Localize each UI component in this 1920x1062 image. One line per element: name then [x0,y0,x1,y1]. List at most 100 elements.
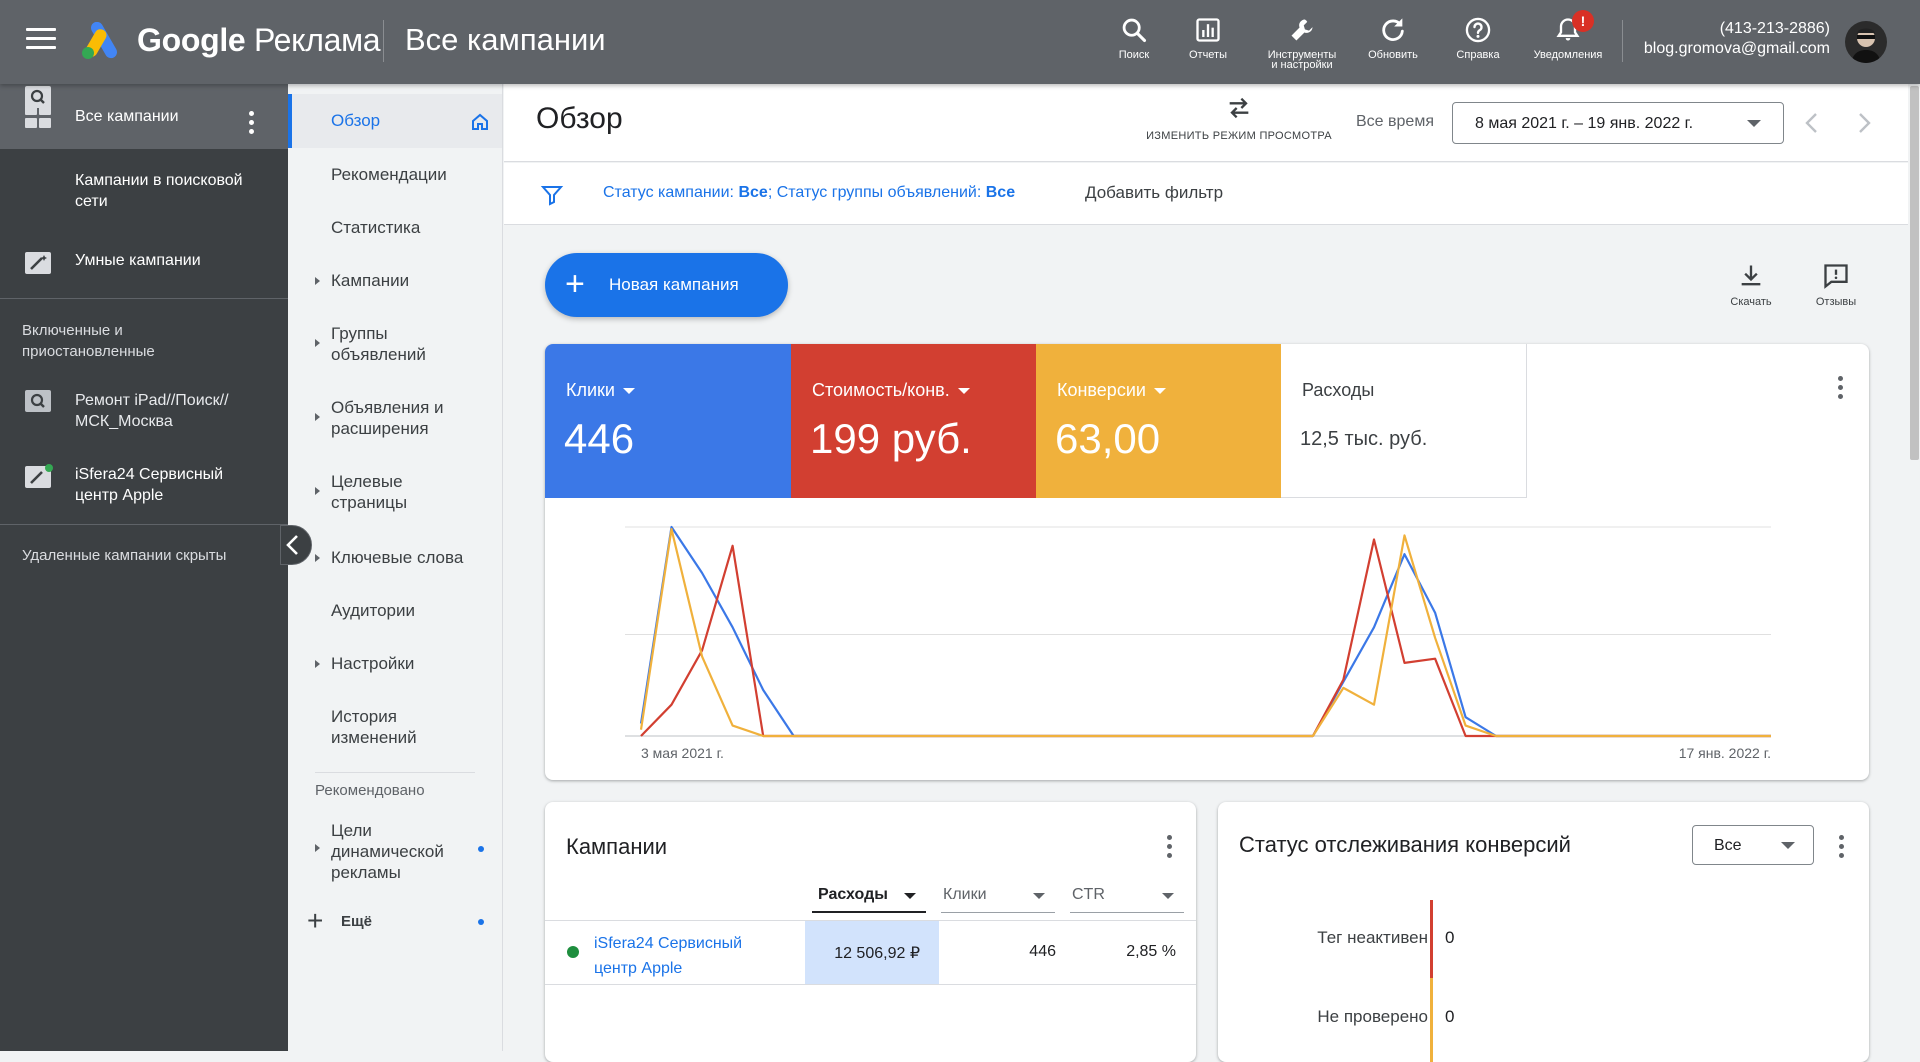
tools-settings-button[interactable]: Инструменты и настройки [1264,12,1340,76]
column-header-ctr[interactable]: CTR [1070,886,1184,913]
date-range-value: 8 мая 2021 г. – 19 янв. 2022 г. [1475,115,1694,132]
column-header-clicks[interactable]: Клики [941,886,1055,913]
metric-cost-per-conversion[interactable]: Стоимость/конв. 199 руб. [791,344,1036,498]
subnav-item-label: Объявления и расширения [331,398,444,438]
feedback-label: Отзывы [1815,296,1857,308]
new-indicator-dot [478,846,484,852]
chevron-left-icon[interactable] [1802,111,1822,135]
help-icon [1465,17,1491,43]
more-options-icon[interactable] [1838,835,1844,861]
help-button[interactable]: Справка [1442,12,1514,76]
search-icon [1122,18,1147,43]
download-label: Скачать [1730,296,1772,308]
swap-icon [1229,97,1249,119]
clicks-cell: 446 [1029,943,1056,960]
campaigns-card: Кампании Расходы Клики CTR iSfera24 Серв… [545,802,1196,1062]
metric-name: Стоимость/конв. [812,380,950,400]
subnav-item-ads-extensions[interactable]: Объявления и расширения [288,397,502,445]
notifications-button[interactable]: ! Уведомления [1531,10,1605,76]
cost-cell: 12 506,92 ₽ [834,945,920,962]
metric-conversions[interactable]: Конверсии 63,00 [1036,344,1281,498]
subnav-item-dynamic-ad-goals[interactable]: Цели динамической рекламы [288,820,502,886]
metric-cost[interactable]: Расходы 12,5 тыс. руб. [1281,344,1527,498]
notification-badge: ! [1572,10,1594,32]
reports-button[interactable]: Отчеты [1172,12,1244,76]
chevron-left-icon [286,535,298,555]
scrollbar-thumb[interactable] [1910,86,1919,460]
subnav-item-label: Рекомендации [331,165,447,184]
subnav-item-ad-groups[interactable]: Группы объявлений [288,323,502,371]
subnav-item-label: Статистика [331,218,421,237]
caret-down-icon [622,388,635,395]
smart-campaign-icon [25,252,51,274]
active-filters[interactable]: Статус кампании: Все; Статус группы объя… [603,184,1015,202]
select-value: Все [1714,837,1742,854]
subnav-item-change-history[interactable]: История изменений [288,706,502,754]
date-range-label: Все время [1356,113,1434,130]
subnav-item-recommendations[interactable]: Рекомендации [288,164,502,204]
subnav-item-landing-pages[interactable]: Целевые страницы [288,471,502,519]
help-button-label: Справка [1456,49,1500,61]
chevron-right-icon[interactable] [1854,111,1874,135]
plus-icon: + [307,905,324,936]
add-filter-button[interactable]: Добавить фильтр [1085,183,1223,203]
subnav-item-audiences[interactable]: Аудитории [288,600,502,640]
column-header-cost[interactable]: Расходы [812,886,926,913]
subnav-more-button[interactable]: + Ещё [288,905,502,941]
subnav-item-label: История изменений [331,707,417,747]
metric-clicks[interactable]: Клики 446 [545,344,791,498]
more-options-icon[interactable] [1837,376,1843,402]
subnav-item-label: Настройки [331,654,415,673]
reports-button-label: Отчеты [1188,49,1228,61]
subnav-item-label: Обзор [331,111,381,130]
menu-icon[interactable] [26,28,56,54]
home-icon [472,113,488,130]
subnav-item-keywords[interactable]: Ключевые слова [288,547,502,587]
tracking-status-label: Не проверено [1317,1007,1428,1026]
change-view-mode-button[interactable]: ИЗМЕНИТЬ РЕЖИМ ПРОСМОТРА [1139,94,1339,142]
sidebar-item-label: Ремонт iPad//Поиск//МСК_Москва [75,392,229,430]
divider [0,298,288,299]
card-title: Кампании [566,834,668,859]
caret-down-icon [1153,388,1166,395]
refresh-button[interactable]: Обновить [1357,12,1429,76]
topbar-section-title: Все кампании [405,22,606,57]
feedback-button[interactable]: Отзывы [1801,262,1871,308]
subnav-item-overview[interactable]: Обзор [288,94,502,148]
chart-series-line-0 [639,525,1771,738]
sidebar-item-search-campaigns[interactable]: Кампании в поисковой сети [0,86,288,224]
page-header: Обзор ИЗМЕНИТЬ РЕЖИМ ПРОСМОТРА Все время… [504,84,1908,162]
subnav-item-statistics[interactable]: Статистика [288,217,502,257]
metric-name: Клики [566,380,615,400]
table-row[interactable]: iSfera24 Сервисный центр Apple 12 506,92 … [545,921,1196,985]
status-dot-icon [567,946,579,958]
filter-icon[interactable] [540,183,564,207]
date-range-select[interactable]: 8 мая 2021 г. – 19 янв. 2022 г. [1452,102,1784,144]
avatar[interactable] [1845,21,1887,63]
tracking-status-value: 0 [1445,928,1455,947]
subnav-item-label: Аудитории [331,601,415,620]
campaigns-navigation: Все кампании Кампании в поисковой сети Ум… [0,84,288,1051]
subnav-item-label: Целевые страницы [331,472,408,512]
search-button[interactable]: Поиск [1098,12,1170,76]
expand-arrow-icon [315,660,320,668]
subnav-item-campaigns[interactable]: Кампании [288,270,502,310]
subnav-item-label: Ключевые слова [331,548,464,567]
download-icon [1741,265,1761,286]
tracking-status-filter-select[interactable]: Все [1692,825,1814,865]
new-campaign-label: Новая кампания [609,275,739,294]
subnav-item-settings[interactable]: Настройки [288,653,502,693]
campaign-group-heading: Включенные и приостановленные [22,322,155,360]
expand-arrow-icon [315,487,320,495]
more-options-icon[interactable] [1166,835,1172,861]
more-options-icon[interactable] [248,111,254,137]
product-name: Google Реклама [137,22,381,58]
account-info[interactable]: (413-213-2886) blog.gromova@gmail.com [1644,19,1830,59]
new-campaign-button[interactable]: + Новая кампания [545,253,788,317]
campaign-link[interactable]: iSfera24 Сервисный центр Apple [594,931,742,981]
expand-arrow-icon [315,844,320,852]
expand-arrow-icon [315,339,320,347]
download-button[interactable]: Скачать [1716,262,1786,308]
metric-name: Конверсии [1057,380,1146,400]
removed-campaigns-hidden: Удаленные кампании скрыты [22,547,227,564]
